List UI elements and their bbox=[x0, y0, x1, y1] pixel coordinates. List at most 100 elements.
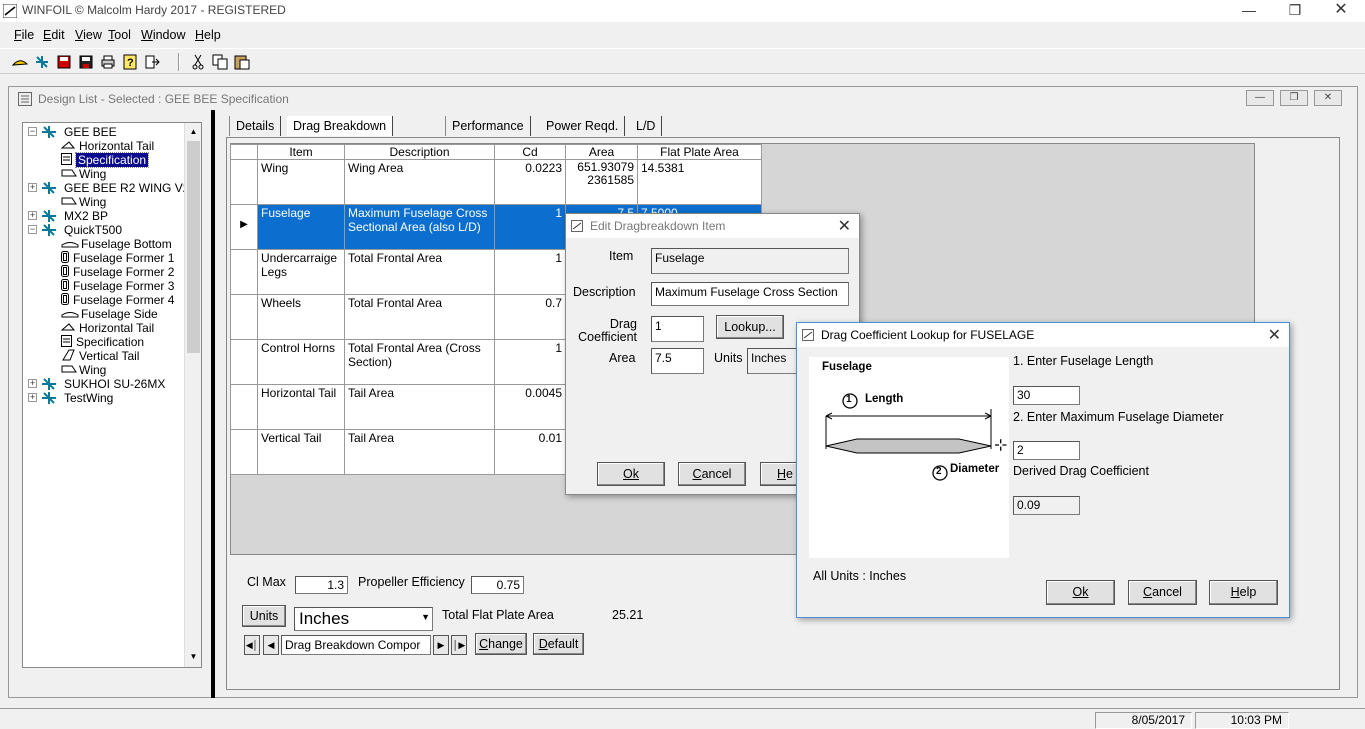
cell-description[interactable]: Maximum Fuselage Cross Sectional Area (a… bbox=[344, 204, 495, 250]
minimize-icon[interactable]: — bbox=[1226, 0, 1272, 22]
cell-description[interactable]: Total Frontal Area bbox=[344, 249, 495, 295]
tab-details[interactable]: Details bbox=[229, 116, 282, 136]
cell-cd[interactable]: 1 bbox=[494, 204, 566, 250]
cell-flat-plate-area[interactable]: 14.5381 bbox=[637, 159, 762, 205]
lookup-help-button[interactable]: Help bbox=[1209, 580, 1278, 605]
lookup-button[interactable]: Lookup... bbox=[716, 315, 784, 339]
cell-description[interactable]: Total Frontal Area bbox=[344, 294, 495, 340]
close-icon[interactable]: ✕ bbox=[1318, 0, 1364, 22]
cell-area[interactable]: 651.93079 2361585 bbox=[565, 159, 638, 205]
col-header-flat-plate-area[interactable]: Flat Plate Area bbox=[637, 144, 762, 160]
save-red-icon[interactable] bbox=[54, 52, 74, 72]
cell-cd[interactable]: 0.0045 bbox=[494, 384, 566, 430]
help-icon[interactable]: ? bbox=[120, 52, 140, 72]
row-header[interactable] bbox=[230, 429, 258, 475]
open-airfoil-icon[interactable] bbox=[10, 52, 30, 72]
tree-scrollbar[interactable]: ▲ ▼ bbox=[184, 123, 201, 667]
drag-coefficient-field[interactable]: 1 bbox=[651, 316, 704, 342]
cell-item[interactable]: Wing bbox=[257, 159, 345, 205]
expand-icon[interactable]: + bbox=[28, 393, 37, 402]
col-header-cd[interactable]: Cd bbox=[494, 144, 566, 160]
row-header[interactable]: ▶ bbox=[230, 204, 258, 250]
cell-cd[interactable]: 0.7 bbox=[494, 294, 566, 340]
pane-splitter[interactable] bbox=[211, 110, 215, 698]
cell-description[interactable]: Tail Area bbox=[344, 429, 495, 475]
scroll-thumb[interactable] bbox=[187, 141, 200, 353]
copy-icon[interactable] bbox=[210, 52, 230, 72]
cell-item[interactable]: Vertical Tail bbox=[257, 429, 345, 475]
scroll-up-icon[interactable]: ▲ bbox=[186, 124, 201, 140]
row-header[interactable] bbox=[230, 384, 258, 430]
export-icon[interactable] bbox=[142, 52, 162, 72]
menu-tool[interactable]: Tool bbox=[108, 28, 131, 42]
description-field[interactable]: Maximum Fuselage Cross Section bbox=[651, 282, 849, 306]
item-field[interactable]: Fuselage bbox=[651, 248, 849, 274]
child-restore-icon[interactable]: ❐ bbox=[1280, 90, 1308, 106]
col-header-item[interactable]: Item bbox=[257, 144, 345, 160]
cell-item[interactable]: Control Horns bbox=[257, 339, 345, 385]
nav-record-field[interactable]: Drag Breakdown Compor bbox=[281, 635, 431, 655]
scroll-down-icon[interactable]: ▼ bbox=[186, 649, 201, 665]
row-header[interactable] bbox=[230, 249, 258, 295]
menu-view[interactable]: View bbox=[75, 28, 102, 42]
prop-eff-input[interactable]: 0.75 bbox=[471, 576, 524, 594]
lookup-dialog-close-icon[interactable]: ✕ bbox=[1268, 325, 1281, 345]
row-header[interactable] bbox=[230, 159, 258, 205]
nav-first-icon[interactable]: ◀│ bbox=[244, 635, 260, 655]
tab-ld[interactable]: L/D bbox=[630, 116, 663, 136]
paste-icon[interactable] bbox=[232, 52, 252, 72]
collapse-icon[interactable]: − bbox=[28, 225, 37, 234]
cell-description[interactable]: Total Frontal Area (Cross Section) bbox=[344, 339, 495, 385]
cell-description[interactable]: Wing Area bbox=[344, 159, 495, 205]
cell-cd[interactable]: 0.0223 bbox=[494, 159, 566, 205]
print-icon[interactable] bbox=[98, 52, 118, 72]
edit-cancel-button[interactable]: Cancel bbox=[678, 462, 746, 486]
default-button[interactable]: Default bbox=[533, 633, 584, 655]
lookup-cancel-button[interactable]: Cancel bbox=[1128, 580, 1197, 605]
expand-icon[interactable]: + bbox=[28, 183, 37, 192]
cell-item[interactable]: Wheels bbox=[257, 294, 345, 340]
restore-icon[interactable]: ❐ bbox=[1272, 0, 1318, 22]
menu-edit[interactable]: Edit bbox=[43, 28, 65, 42]
menu-file[interactable]: File bbox=[14, 28, 34, 42]
lookup-ok-button[interactable]: Ok bbox=[1046, 580, 1115, 605]
expand-icon[interactable]: + bbox=[28, 211, 37, 220]
row-header[interactable] bbox=[230, 339, 258, 385]
units-button[interactable]: Units bbox=[242, 605, 286, 627]
nav-last-icon[interactable]: │▶ bbox=[451, 635, 467, 655]
change-button[interactable]: Change bbox=[475, 633, 527, 655]
cell-cd[interactable]: 1 bbox=[494, 339, 566, 385]
child-close-icon[interactable]: ✕ bbox=[1314, 90, 1342, 106]
fuselage-length-input[interactable]: 30 bbox=[1013, 386, 1080, 405]
expand-icon[interactable]: + bbox=[28, 379, 37, 388]
plane-design-icon[interactable] bbox=[32, 52, 52, 72]
cell-item[interactable]: Horizontal Tail bbox=[257, 384, 345, 430]
tab-performance[interactable]: Performance bbox=[445, 116, 531, 136]
cell-cd[interactable]: 0.01 bbox=[494, 429, 566, 475]
table-row[interactable]: Wing Wing Area 0.0223 651.93079 2361585 14.53… bbox=[230, 159, 762, 205]
units-field[interactable]: Inches bbox=[747, 348, 797, 374]
nav-next-icon[interactable]: ▶ bbox=[433, 635, 449, 655]
cell-description[interactable]: Tail Area bbox=[344, 384, 495, 430]
row-header[interactable] bbox=[230, 294, 258, 340]
col-header-description[interactable]: Description bbox=[344, 144, 495, 160]
save-icon[interactable] bbox=[76, 52, 96, 72]
nav-prev-icon[interactable]: ◀ bbox=[263, 635, 279, 655]
units-select[interactable]: Inches ▼ bbox=[294, 607, 433, 631]
cell-item[interactable]: Fuselage bbox=[257, 204, 345, 250]
menu-help[interactable]: Help bbox=[195, 28, 221, 42]
area-field[interactable]: 7.5 bbox=[651, 348, 704, 374]
collapse-icon[interactable]: − bbox=[28, 127, 37, 136]
cell-item[interactable]: Undercarraige Legs bbox=[257, 249, 345, 295]
cl-max-input[interactable]: 1.3 bbox=[295, 576, 348, 594]
chevron-down-icon[interactable]: ▼ bbox=[421, 612, 430, 622]
edit-dialog-close-icon[interactable]: ✕ bbox=[838, 216, 851, 236]
tab-drag-breakdown[interactable]: Drag Breakdown bbox=[287, 116, 394, 136]
col-header-area[interactable]: Area bbox=[565, 144, 638, 160]
tab-power-reqd[interactable]: Power Reqd. bbox=[540, 116, 626, 136]
cut-icon[interactable] bbox=[188, 52, 208, 72]
fuselage-diameter-input[interactable]: 2 bbox=[1013, 441, 1080, 460]
child-minimize-icon[interactable]: — bbox=[1246, 90, 1274, 106]
menu-window[interactable]: Window bbox=[141, 28, 185, 42]
cell-cd[interactable]: 1 bbox=[494, 249, 566, 295]
